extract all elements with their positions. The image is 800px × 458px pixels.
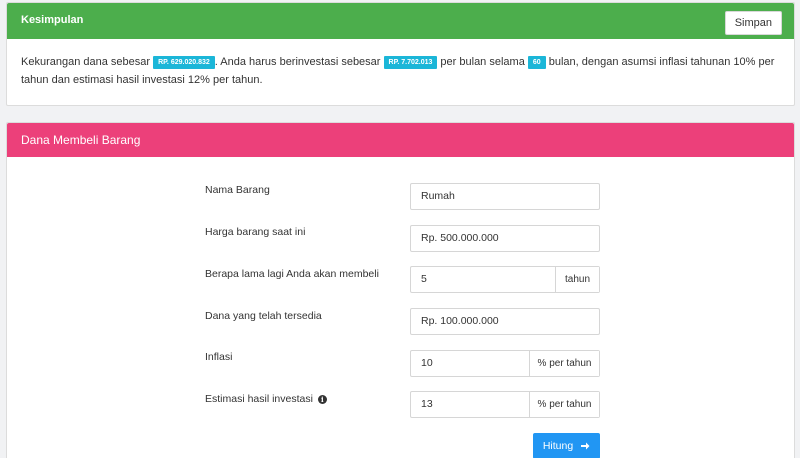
investment-return-label-text: Estimasi hasil investasi: [205, 393, 313, 405]
investment-return-input[interactable]: 13: [411, 392, 529, 417]
item-name-label: Nama Barang: [205, 184, 270, 196]
current-price-input[interactable]: Rp. 500.000.000: [410, 225, 600, 252]
form-card: Dana Membeli Barang Nama Barang Rumah Ha…: [6, 122, 795, 458]
years-input[interactable]: 5: [411, 267, 555, 292]
arrow-right-icon: [581, 442, 590, 450]
inflation-unit: % per tahun: [529, 351, 599, 376]
investment-return-label: Estimasi hasil investasi i: [205, 393, 327, 405]
summary-text-part: Kekurangan dana sebesar: [21, 56, 154, 68]
summary-text-part: per bulan selama: [437, 56, 528, 68]
form-title: Dana Membeli Barang: [21, 133, 141, 147]
summary-text-part: . Anda harus berinvestasi sebesar: [214, 56, 384, 68]
calculate-button-label: Hitung: [542, 440, 574, 452]
years-input-group: 5 tahun: [410, 266, 600, 293]
inflation-input[interactable]: 10: [411, 351, 529, 376]
item-name-input[interactable]: Rumah: [410, 183, 600, 210]
years-unit: tahun: [555, 267, 599, 292]
summary-title: Kesimpulan: [21, 14, 84, 26]
years-label: Berapa lama lagi Anda akan membeli: [205, 268, 379, 280]
investment-return-unit: % per tahun: [529, 392, 599, 417]
investment-return-input-group: 13 % per tahun: [410, 391, 600, 418]
shortfall-badge: RP. 629.020.832: [153, 56, 215, 69]
current-price-label: Harga barang saat ini: [205, 226, 306, 238]
inflation-label: Inflasi: [205, 351, 233, 363]
summary-header: Kesimpulan Simpan: [7, 3, 794, 39]
save-button[interactable]: Simpan: [724, 11, 782, 35]
inflation-input-group: 10 % per tahun: [410, 350, 600, 377]
calculate-button[interactable]: Hitung: [533, 433, 600, 458]
months-badge: 60: [527, 56, 546, 69]
summary-card: Kesimpulan Simpan Kekurangan dana sebesa…: [6, 2, 795, 106]
monthly-investment-badge: RP. 7.702.013: [383, 56, 438, 69]
info-circle-icon[interactable]: i: [317, 395, 327, 404]
form-header: Dana Membeli Barang: [7, 123, 794, 157]
available-funds-input[interactable]: Rp. 100.000.000: [410, 308, 600, 335]
summary-text: Kekurangan dana sebesar RP. 629.020.832.…: [21, 53, 781, 89]
available-funds-label: Dana yang telah tersedia: [205, 310, 322, 322]
